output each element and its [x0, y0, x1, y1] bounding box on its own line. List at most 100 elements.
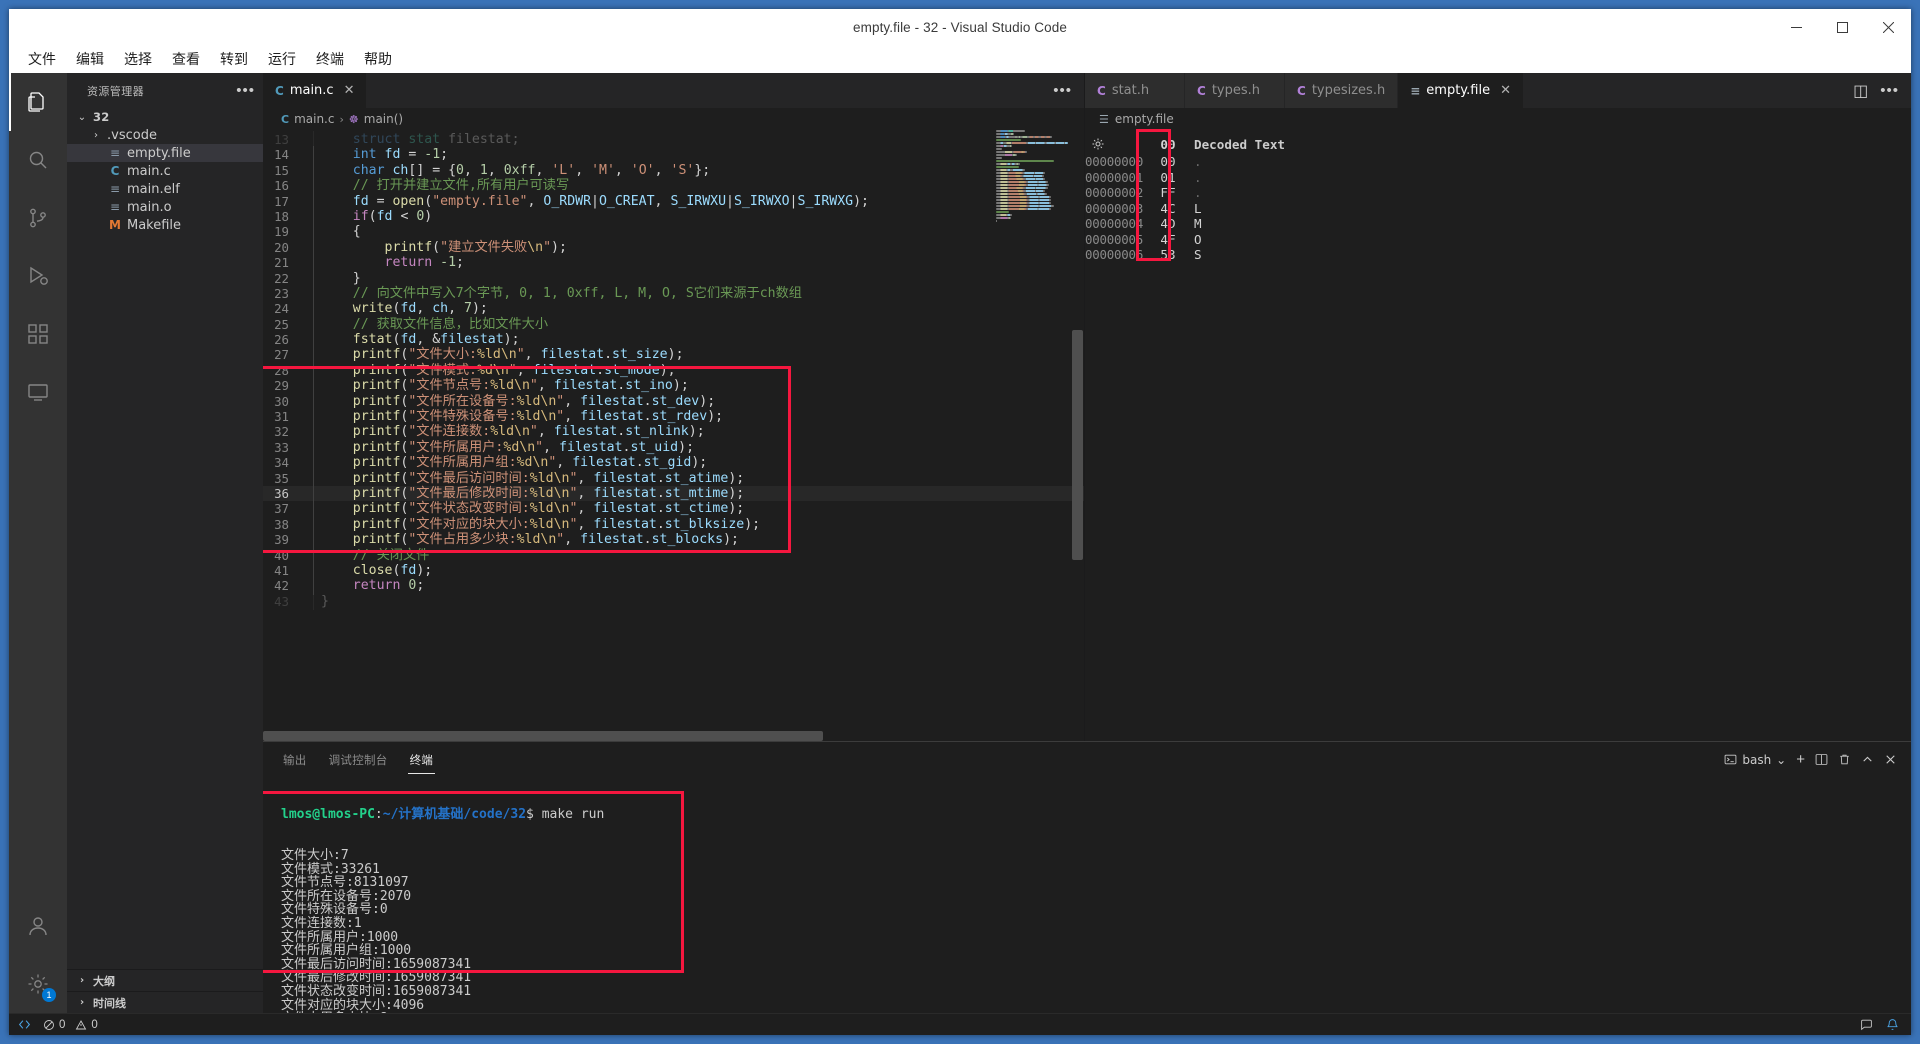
tab-types-h[interactable]: C types.h	[1185, 73, 1285, 108]
terminal-shell-selector[interactable]: bash ⌄	[1724, 753, 1786, 767]
code-line[interactable]: 37 printf("文件状态改变时间:%ld\n", filestat.st_…	[263, 501, 1084, 516]
code-line[interactable]: 15 char ch[] = {0, 1, 0xff, 'L', 'M', 'O…	[263, 163, 1084, 178]
tab-stat-h[interactable]: C stat.h	[1085, 73, 1185, 108]
hex-decoded-char[interactable]: M	[1182, 216, 1202, 231]
tree-item-vscode[interactable]: › .vscode	[67, 126, 263, 144]
code-line[interactable]: 34 printf("文件所属用户组:%d\n", filestat.st_gi…	[263, 455, 1084, 470]
code-line[interactable]: 31 printf("文件特殊设备号:%ld\n", filestat.st_r…	[263, 409, 1084, 424]
code-line[interactable]: 28 printf("文件模式:%d\n", filestat.st_mode)…	[263, 363, 1084, 378]
section-outline[interactable]: › 大纲	[67, 969, 263, 991]
tree-root-32[interactable]: ⌄ 32	[67, 108, 263, 126]
close-icon[interactable]: ✕	[1500, 83, 1511, 98]
hex-decoded-char[interactable]: S	[1182, 247, 1202, 262]
gear-icon[interactable]	[1085, 137, 1147, 151]
hex-row[interactable]: 0000000653S	[1085, 247, 1911, 263]
hex-decoded-char[interactable]: .	[1182, 154, 1202, 169]
tree-item-main-o[interactable]: ≡ main.o	[67, 198, 263, 216]
close-panel-icon[interactable]	[1884, 753, 1897, 766]
hex-row[interactable]: 000000044DM	[1085, 216, 1911, 232]
breadcrumb-file[interactable]: main.c	[294, 112, 334, 126]
code-line[interactable]: 23 // 向文件中写入7个字节, 0, 1, 0xff, L, M, O, S…	[263, 286, 1084, 301]
code-line[interactable]: 18 if(fd < 0)	[263, 209, 1084, 224]
notifications-bell-icon[interactable]	[1886, 1018, 1899, 1031]
tree-item-empty-file[interactable]: ≡ empty.file	[67, 144, 263, 162]
scrollbar-thumb[interactable]	[1072, 330, 1083, 560]
more-actions-icon[interactable]: •••	[1053, 87, 1072, 95]
code-line[interactable]: 33 printf("文件所属用户:%d\n", filestat.st_uid…	[263, 440, 1084, 455]
code-line[interactable]: 26 fstat(fd, &filestat);	[263, 332, 1084, 347]
kill-terminal-icon[interactable]	[1838, 753, 1851, 766]
code-line[interactable]: 25 // 获取文件信息，比如文件大小	[263, 317, 1084, 332]
hex-editor[interactable]: ☰ empty.file	[1085, 108, 1911, 741]
close-button[interactable]	[1865, 9, 1911, 45]
remote-explorer-icon[interactable]	[9, 363, 67, 421]
breadcrumb-symbol[interactable]: main()	[364, 112, 403, 126]
code-line[interactable]: 36 printf("文件最后修改时间:%ld\n", filestat.st_…	[263, 486, 1084, 501]
status-problems[interactable]: 0 0	[43, 1019, 98, 1031]
minimize-button[interactable]	[1773, 9, 1819, 45]
hex-byte[interactable]: FF	[1154, 185, 1182, 200]
new-terminal-icon[interactable]: +	[1796, 751, 1805, 768]
chevron-down-icon[interactable]: ⌄	[1776, 753, 1786, 767]
tab-main-c[interactable]: C main.c ✕	[263, 73, 367, 108]
terminal-output[interactable]: lmos@lmos-PC:~/计算机基础/code/32$ make run 文…	[263, 777, 1911, 1013]
code-line[interactable]: 16 // 打开并建立文件,所有用户可读写	[263, 178, 1084, 193]
hex-byte[interactable]: 4F	[1154, 232, 1182, 247]
hex-decoded-char[interactable]: .	[1182, 185, 1202, 200]
more-actions-icon[interactable]: •••	[1880, 87, 1899, 95]
code-line[interactable]: 42 return 0;	[263, 578, 1084, 593]
feedback-icon[interactable]	[1860, 1018, 1873, 1031]
menu-terminal[interactable]: 终端	[307, 46, 353, 72]
code-line[interactable]: 24 write(fd, ch, 7);	[263, 301, 1084, 316]
tab-typesizes-h[interactable]: C typesizes.h	[1285, 73, 1398, 108]
extensions-icon[interactable]	[9, 305, 67, 363]
search-icon[interactable]	[9, 131, 67, 189]
code-line[interactable]: 13 struct stat filestat;	[263, 132, 1084, 147]
run-and-debug-icon[interactable]	[9, 247, 67, 305]
hex-byte[interactable]: 4D	[1154, 216, 1182, 231]
panel-tab-debug-console[interactable]: 调试控制台	[327, 746, 390, 774]
code-line[interactable]: 17 fd = open("empty.file", O_RDWR|O_CREA…	[263, 194, 1084, 209]
hex-byte[interactable]: 00	[1154, 154, 1182, 169]
code-line[interactable]: 27 printf("文件大小:%ld\n", filestat.st_size…	[263, 347, 1084, 362]
code-line[interactable]: 39 printf("文件占用多少块:%ld\n", filestat.st_b…	[263, 532, 1084, 547]
code-line[interactable]: 35 printf("文件最后访问时间:%ld\n", filestat.st_…	[263, 471, 1084, 486]
menu-edit[interactable]: 编辑	[67, 46, 113, 72]
code-line[interactable]: 29 printf("文件节点号:%ld\n", filestat.st_ino…	[263, 378, 1084, 393]
hex-row[interactable]: 00000002FF.	[1085, 185, 1911, 201]
code-line[interactable]: 40 // 关闭文件	[263, 548, 1084, 563]
sidebar-more-actions-icon[interactable]: •••	[236, 87, 255, 95]
code-line[interactable]: 30 printf("文件所在设备号:%ld\n", filestat.st_d…	[263, 394, 1084, 409]
maximize-panel-icon[interactable]	[1861, 753, 1874, 766]
hex-row[interactable]: 000000034CL	[1085, 201, 1911, 217]
maximize-button[interactable]	[1819, 9, 1865, 45]
code-line[interactable]: 38 printf("文件对应的块大小:%ld\n", filestat.st_…	[263, 517, 1084, 532]
hex-row[interactable]: 0000000000.	[1085, 154, 1911, 170]
panel-tab-output[interactable]: 输出	[281, 746, 309, 774]
menu-goto[interactable]: 转到	[211, 46, 257, 72]
editor-horizontal-scrollbar[interactable]	[263, 731, 1084, 741]
hex-row[interactable]: 000000054FO	[1085, 232, 1911, 248]
hex-byte[interactable]: 53	[1154, 247, 1182, 262]
menu-help[interactable]: 帮助	[355, 46, 401, 72]
menu-run[interactable]: 运行	[259, 46, 305, 72]
tab-empty-file[interactable]: ≡ empty.file ✕	[1398, 73, 1524, 108]
explorer-icon[interactable]	[9, 73, 67, 131]
accounts-icon[interactable]	[9, 897, 67, 955]
code-line[interactable]: 21 return -1;	[263, 255, 1084, 270]
tree-item-main-elf[interactable]: ≡ main.elf	[67, 180, 263, 198]
editor-vertical-scrollbar[interactable]	[1070, 130, 1084, 741]
tree-item-makefile[interactable]: M Makefile	[67, 216, 263, 234]
panel-tab-terminal[interactable]: 终端	[408, 746, 436, 774]
section-timeline[interactable]: › 时间线	[67, 991, 263, 1013]
menu-file[interactable]: 文件	[19, 46, 65, 72]
tree-item-main-c[interactable]: C main.c	[67, 162, 263, 180]
hex-byte[interactable]: 01	[1154, 170, 1182, 185]
code-line[interactable]: 14 int fd = -1;	[263, 147, 1084, 162]
hex-row[interactable]: 0000000101.	[1085, 170, 1911, 186]
code-editor[interactable]: 13 struct stat filestat;14 int fd = -1;1…	[263, 130, 1084, 741]
hex-decoded-char[interactable]: O	[1182, 232, 1202, 247]
code-line[interactable]: 20 printf("建立文件失败\n");	[263, 240, 1084, 255]
hex-decoded-char[interactable]: .	[1182, 170, 1202, 185]
code-line[interactable]: 22 }	[263, 271, 1084, 286]
